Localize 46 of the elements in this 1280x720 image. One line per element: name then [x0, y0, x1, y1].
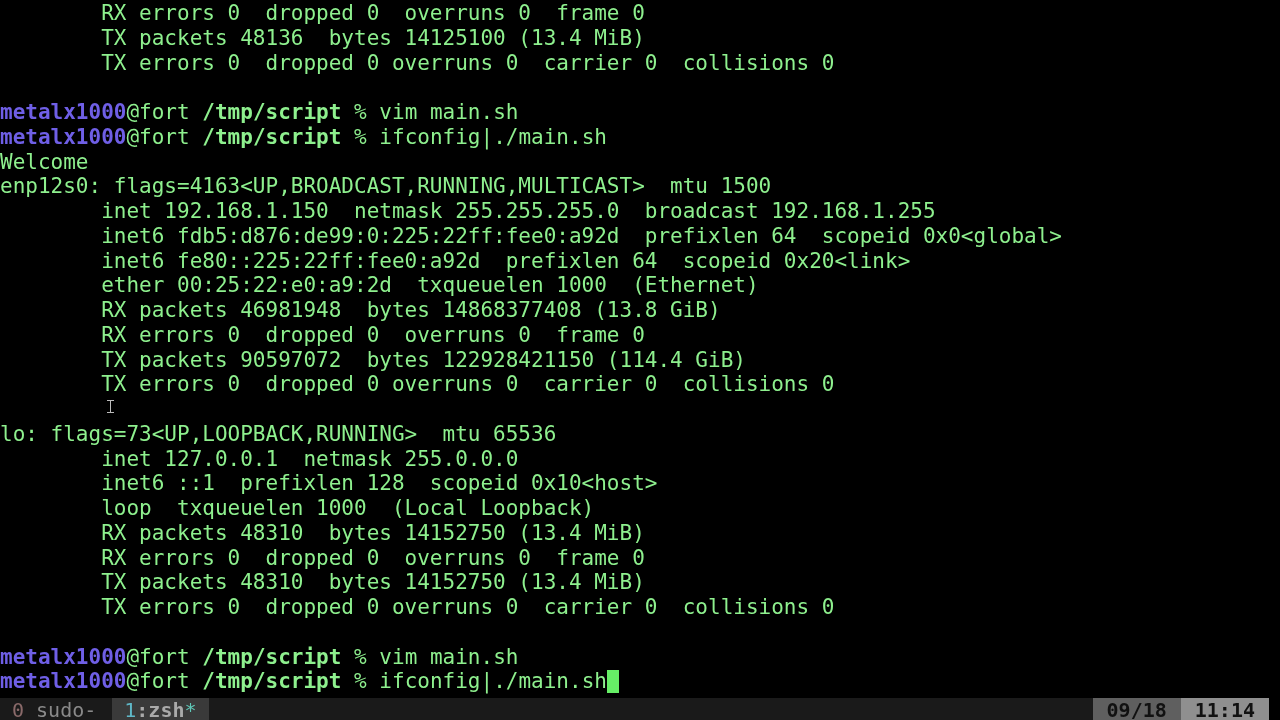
prompt-host: @fort [126, 644, 190, 670]
prompt-path: /tmp/script [202, 124, 342, 150]
time-text: 11:14 [1180, 698, 1269, 720]
prompt-user: metalx1000 [0, 644, 127, 670]
window-tab[interactable]: 0 sudo- [0, 698, 109, 720]
prompt-path: /tmp/script [202, 100, 342, 125]
output-line: TX packets 90597072 bytes 122928421150 (114.4 GiB) [100, 347, 746, 373]
output-line: inet 127.0.0.1 netmask 255.0.0.0 [100, 446, 519, 472]
prompt-user: metalx1000 [0, 669, 127, 694]
output-line: lo: flags=73<UP,LOOPBACK,RUNNING> mtu 65536 [0, 421, 557, 447]
output-line: TX errors 0 dropped 0 overruns 0 carrier 0 collisions 0 [100, 50, 835, 76]
date-text: 09/18 [1092, 698, 1181, 720]
prompt-host: @fort [126, 100, 190, 125]
output-line: loop txqueuelen 1000 (Local Loopback) [100, 496, 595, 521]
output-line: TX packets 48310 bytes 14152750 (13.4 MiB) [100, 570, 645, 595]
output-line: inet6 ::1 prefixlen 128 scopeid 0x10<host> [100, 471, 658, 496]
output-line: RX errors 0 dropped 0 overruns 0 frame 0 [100, 545, 645, 571]
text-select-cursor-icon [107, 400, 114, 413]
prompt-symbol: % [354, 124, 367, 150]
output-line: RX errors 0 dropped 0 overruns 0 frame 0 [100, 1, 645, 26]
prompt-path: /tmp/script [202, 669, 342, 694]
command-text: vim main.sh [379, 100, 519, 125]
output-line: RX packets 48310 bytes 14152750 (13.4 MiB) [100, 520, 645, 546]
prompt-symbol: % [354, 644, 367, 670]
output-line: TX errors 0 dropped 0 overruns 0 carrier 0 collisions 0 [100, 595, 835, 620]
output-line: TX errors 0 dropped 0 overruns 0 carrier 0 collisions 0 [100, 372, 835, 397]
command-text: vim main.sh [379, 644, 519, 670]
output-line: inet6 fe80::225:22ff:fee0:a92d prefixlen 64 scopeid 0x20<link> [100, 248, 911, 274]
prompt-user: metalx1000 [0, 124, 127, 150]
prompt-symbol: % [354, 100, 367, 125]
window-tab[interactable]: 1:zsh* [112, 698, 209, 720]
output-line: inet 192.168.1.150 netmask 255.255.255.0 broadcast 192.168.1.255 [100, 199, 936, 224]
command-text: ifconfig|./main.sh [379, 124, 607, 150]
prompt-user: metalx1000 [0, 100, 127, 125]
output-line: ether 00:25:22:e0:a9:2d txqueuelen 1000 (Ethernet) [100, 273, 759, 298]
output-line: TX packets 48136 bytes 14125100 (13.4 MiB) [100, 25, 645, 51]
prompt-symbol: % [354, 669, 367, 694]
prompt-host: @fort [126, 124, 190, 150]
output-line: enp12s0: flags=4163<UP,BROADCAST,RUNNING,MULTICAST> mtu 1500 [0, 174, 772, 199]
output-line: RX packets 46981948 bytes 14868377408 (13.8 GiB) [100, 298, 721, 323]
output-line: inet6 fdb5:d876:de99:0:225:22ff:fee0:a92d prefixlen 64 scopeid 0x0<global> [100, 223, 1063, 249]
command-text: ifconfig|./main.sh [379, 669, 607, 694]
output-line: Welcome [0, 149, 89, 175]
prompt-host: @fort [126, 669, 190, 694]
prompt-path: /tmp/script [202, 644, 342, 670]
output-line: RX errors 0 dropped 0 overruns 0 frame 0 [100, 322, 645, 348]
